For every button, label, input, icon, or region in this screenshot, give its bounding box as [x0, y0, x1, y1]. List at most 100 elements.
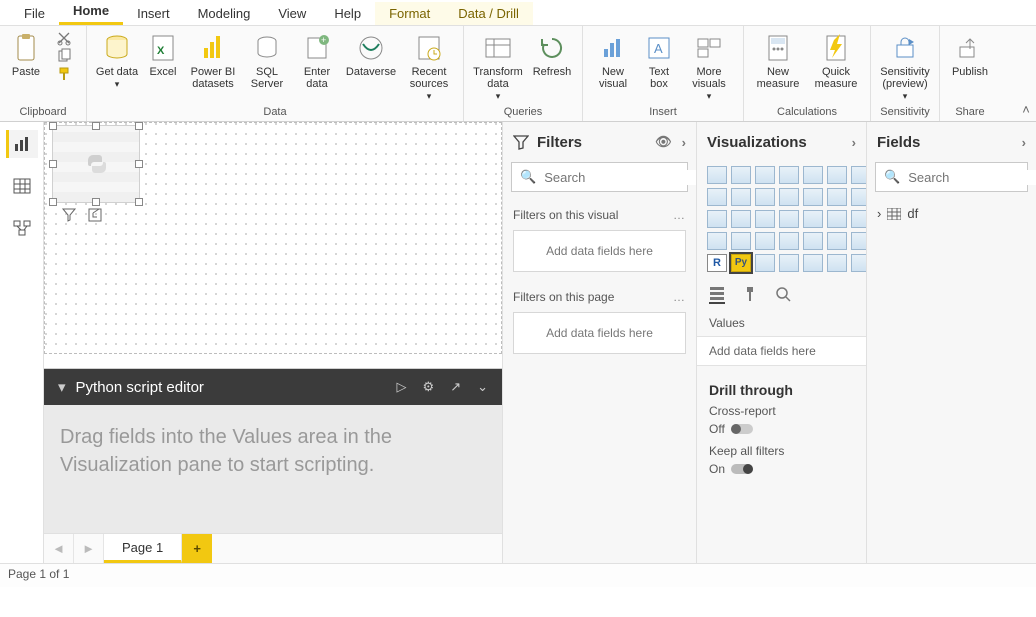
- popout-icon[interactable]: ↗: [450, 379, 461, 395]
- fields-search-input[interactable]: [908, 170, 1036, 185]
- cross-report-toggle[interactable]: Off: [709, 422, 753, 436]
- viz-multi-row-card[interactable]: [755, 232, 775, 250]
- chevron-down-icon[interactable]: ▾: [58, 378, 66, 396]
- script-options-icon[interactable]: ⚙: [423, 379, 435, 395]
- viz-100-stacked-bar[interactable]: [803, 166, 823, 184]
- viz-stacked-area[interactable]: [731, 188, 751, 206]
- page-next-button[interactable]: ►: [74, 534, 104, 563]
- sql-server-button[interactable]: SQL Server: [243, 30, 291, 102]
- viz-filled-map[interactable]: [827, 210, 847, 228]
- more-visuals-button[interactable]: More visuals▾: [681, 30, 737, 102]
- keep-all-filters-toggle[interactable]: On: [709, 462, 753, 476]
- collapse-editor-icon[interactable]: ⌄: [477, 379, 488, 395]
- menu-tab-help[interactable]: Help: [320, 2, 375, 25]
- copy-icon[interactable]: [56, 48, 72, 64]
- format-painter-icon[interactable]: [56, 66, 72, 82]
- get-data-button[interactable]: Get data▾: [93, 30, 141, 102]
- new-visual-button[interactable]: New visual: [589, 30, 637, 102]
- recent-sources-button[interactable]: Recent sources▾: [401, 30, 457, 102]
- viz-line-clustered-column[interactable]: [779, 188, 799, 206]
- filters-search[interactable]: 🔍: [511, 162, 688, 192]
- viz-treemap[interactable]: [779, 210, 799, 228]
- viz-clustered-column[interactable]: [779, 166, 799, 184]
- filters-search-input[interactable]: [544, 170, 696, 185]
- sensitivity-button[interactable]: Sensitivity (preview)▾: [877, 30, 933, 102]
- fields-collapse-icon[interactable]: ›: [1022, 135, 1026, 150]
- menu-tab-modeling[interactable]: Modeling: [184, 2, 265, 25]
- viz-kpi[interactable]: [779, 232, 799, 250]
- viz-scatter[interactable]: [707, 210, 727, 228]
- dataverse-button[interactable]: Dataverse: [343, 30, 399, 102]
- publish-button[interactable]: Publish: [946, 30, 994, 102]
- report-view-button[interactable]: [6, 130, 38, 158]
- viz-shape-map[interactable]: [851, 210, 866, 228]
- viz-slicer[interactable]: [803, 232, 823, 250]
- viz-funnel[interactable]: [851, 188, 866, 206]
- viz-ribbon[interactable]: [803, 188, 823, 206]
- filters-visibility-icon[interactable]: 👁: [655, 134, 672, 150]
- viz-key-influencers[interactable]: [755, 254, 775, 272]
- viz-r-script[interactable]: R: [707, 254, 727, 272]
- viz-collapse-icon[interactable]: ›: [852, 135, 856, 150]
- filters-page-more-icon[interactable]: …: [673, 290, 686, 304]
- page-prev-button[interactable]: ◄: [44, 534, 74, 563]
- filters-collapse-icon[interactable]: ›: [682, 135, 686, 150]
- filters-page-dropzone[interactable]: Add data fields here: [513, 312, 686, 354]
- viz-stacked-column[interactable]: [731, 166, 751, 184]
- add-page-button[interactable]: +: [182, 534, 212, 563]
- cut-icon[interactable]: [56, 30, 72, 46]
- viz-map[interactable]: [803, 210, 823, 228]
- model-view-button[interactable]: [6, 214, 38, 242]
- data-view-button[interactable]: [6, 172, 38, 200]
- viz-gauge[interactable]: [707, 232, 727, 250]
- visual-focus-icon[interactable]: [88, 208, 102, 222]
- viz-area[interactable]: [707, 188, 727, 206]
- menu-tab-home[interactable]: Home: [59, 0, 123, 25]
- viz-donut[interactable]: [755, 210, 775, 228]
- menu-tab-data-drill[interactable]: Data / Drill: [444, 2, 533, 25]
- menu-tab-view[interactable]: View: [264, 2, 320, 25]
- transform-data-button[interactable]: Transform data▾: [470, 30, 526, 102]
- visual-filter-icon[interactable]: [62, 208, 76, 222]
- excel-button[interactable]: XExcel: [143, 30, 183, 102]
- viz-qna[interactable]: [803, 254, 823, 272]
- viz-matrix[interactable]: [851, 232, 866, 250]
- paste-button[interactable]: Paste: [6, 30, 46, 102]
- viz-line-stacked-column[interactable]: [755, 188, 775, 206]
- new-measure-button[interactable]: New measure: [750, 30, 806, 102]
- viz-100-stacked-column[interactable]: [827, 166, 847, 184]
- menu-tab-file[interactable]: File: [10, 2, 59, 25]
- viz-format-tab-icon[interactable]: [743, 286, 757, 304]
- report-canvas[interactable]: [44, 122, 502, 368]
- viz-clustered-bar[interactable]: [755, 166, 775, 184]
- text-box-button[interactable]: AText box: [639, 30, 679, 102]
- refresh-button[interactable]: Refresh: [528, 30, 576, 102]
- viz-waterfall[interactable]: [827, 188, 847, 206]
- page-tab-1[interactable]: Page 1: [104, 534, 182, 563]
- viz-table[interactable]: [827, 232, 847, 250]
- enter-data-button[interactable]: +Enter data: [293, 30, 341, 102]
- fields-table-df[interactable]: › df: [877, 206, 1026, 221]
- viz-card[interactable]: [731, 232, 751, 250]
- viz-line[interactable]: [851, 166, 866, 184]
- viz-values-dropzone[interactable]: Add data fields here: [697, 336, 866, 366]
- ribbon-collapse-button[interactable]: ˄: [1016, 26, 1036, 121]
- viz-analytics-tab-icon[interactable]: [775, 286, 791, 304]
- run-script-icon[interactable]: ▷: [397, 379, 407, 395]
- filters-visual-more-icon[interactable]: …: [673, 208, 686, 222]
- viz-pie[interactable]: [731, 210, 751, 228]
- filters-visual-dropzone[interactable]: Add data fields here: [513, 230, 686, 272]
- viz-more[interactable]: [851, 254, 866, 272]
- python-visual-placeholder[interactable]: [52, 125, 140, 203]
- menu-tab-insert[interactable]: Insert: [123, 2, 184, 25]
- menu-tab-format[interactable]: Format: [375, 2, 444, 25]
- viz-stacked-bar[interactable]: [707, 166, 727, 184]
- quick-measure-button[interactable]: Quick measure: [808, 30, 864, 102]
- viz-paginated[interactable]: [827, 254, 847, 272]
- viz-fields-tab-icon[interactable]: [709, 286, 725, 304]
- viz-python-script[interactable]: Py: [731, 254, 751, 272]
- python-editor-body[interactable]: Drag fields into the Values area in the …: [44, 405, 502, 533]
- viz-decomposition-tree[interactable]: [779, 254, 799, 272]
- pbi-datasets-button[interactable]: Power BI datasets: [185, 30, 241, 102]
- fields-search[interactable]: 🔍: [875, 162, 1028, 192]
